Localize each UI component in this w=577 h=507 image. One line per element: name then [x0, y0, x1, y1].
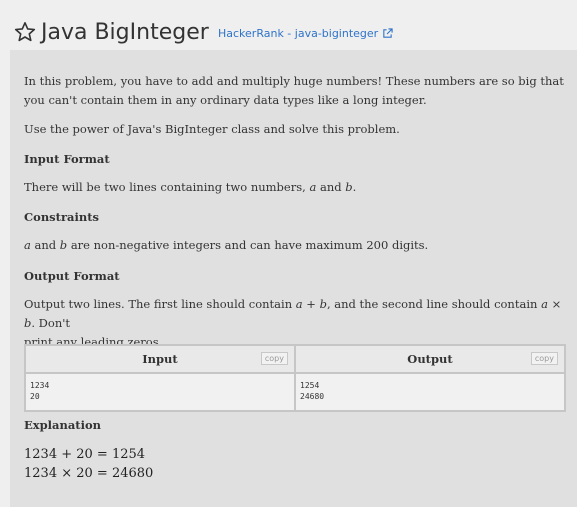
constraints-text: a and b are non-negative integers and ca… — [24, 236, 564, 255]
constraints-heading: Constraints — [24, 210, 99, 224]
copy-input-button[interactable]: copy — [260, 352, 288, 365]
var-b: b — [345, 180, 353, 194]
input-header-label: Input — [142, 352, 178, 366]
output-line1-mid: , and the second line should contain — [326, 297, 542, 311]
sum-expression: a + b — [295, 297, 327, 311]
sample-output-cell[interactable]: 1254 24680 — [294, 372, 566, 412]
and-text: and — [316, 180, 346, 194]
input-format-text: There will be two lines containing two n… — [24, 178, 564, 197]
and-text: and — [30, 238, 60, 252]
output-header-label: Output — [407, 352, 453, 366]
source-link-label[interactable]: HackerRank - java-biginteger — [218, 27, 378, 40]
explanation-heading: Explanation — [24, 418, 102, 432]
period-text: . — [352, 180, 357, 194]
sample-io-table: Input copy Output copy 1234 20 1254 2468… — [24, 344, 566, 412]
output-line1-lead: Output two lines. The first line should … — [24, 297, 296, 311]
problem-panel: In this problem, you have to add and mul… — [10, 50, 577, 507]
digits-text: digits. — [388, 238, 429, 252]
sample-input-text[interactable]: 1234 20 — [30, 380, 290, 402]
constraints-description: are non-negative integers and can have m… — [67, 238, 367, 252]
sample-input-cell[interactable]: 1234 20 — [24, 372, 296, 412]
page-header: Java BigInteger — [13, 14, 209, 50]
input-column-header: Input copy — [24, 344, 296, 374]
max-digits-value: 200 — [366, 238, 389, 252]
intro-paragraph: In this problem, you have to add and mul… — [24, 74, 564, 107]
source-link[interactable]: HackerRank - java-biginteger — [218, 27, 393, 40]
intro-paragraph-2: Use the power of Java's BigInteger class… — [24, 122, 400, 136]
output-format-heading: Output Format — [24, 269, 120, 283]
sample-output-text[interactable]: 1254 24680 — [300, 380, 560, 402]
output-column-header: Output copy — [294, 344, 566, 374]
var-a: a — [24, 238, 31, 252]
external-link-icon[interactable] — [382, 28, 393, 39]
star-icon[interactable] — [13, 20, 37, 44]
output-line1-end: . Don't — [31, 316, 71, 330]
copy-output-button[interactable]: copy — [530, 352, 558, 365]
input-format-heading: Input Format — [24, 152, 110, 166]
input-format-lead: There will be two lines containing two n… — [24, 180, 310, 194]
page-title: Java BigInteger — [41, 19, 209, 45]
explanation-line-2: 1234 × 20 = 24680 — [24, 466, 154, 481]
explanation-line-1: 1234 + 20 = 1254 — [24, 447, 146, 462]
